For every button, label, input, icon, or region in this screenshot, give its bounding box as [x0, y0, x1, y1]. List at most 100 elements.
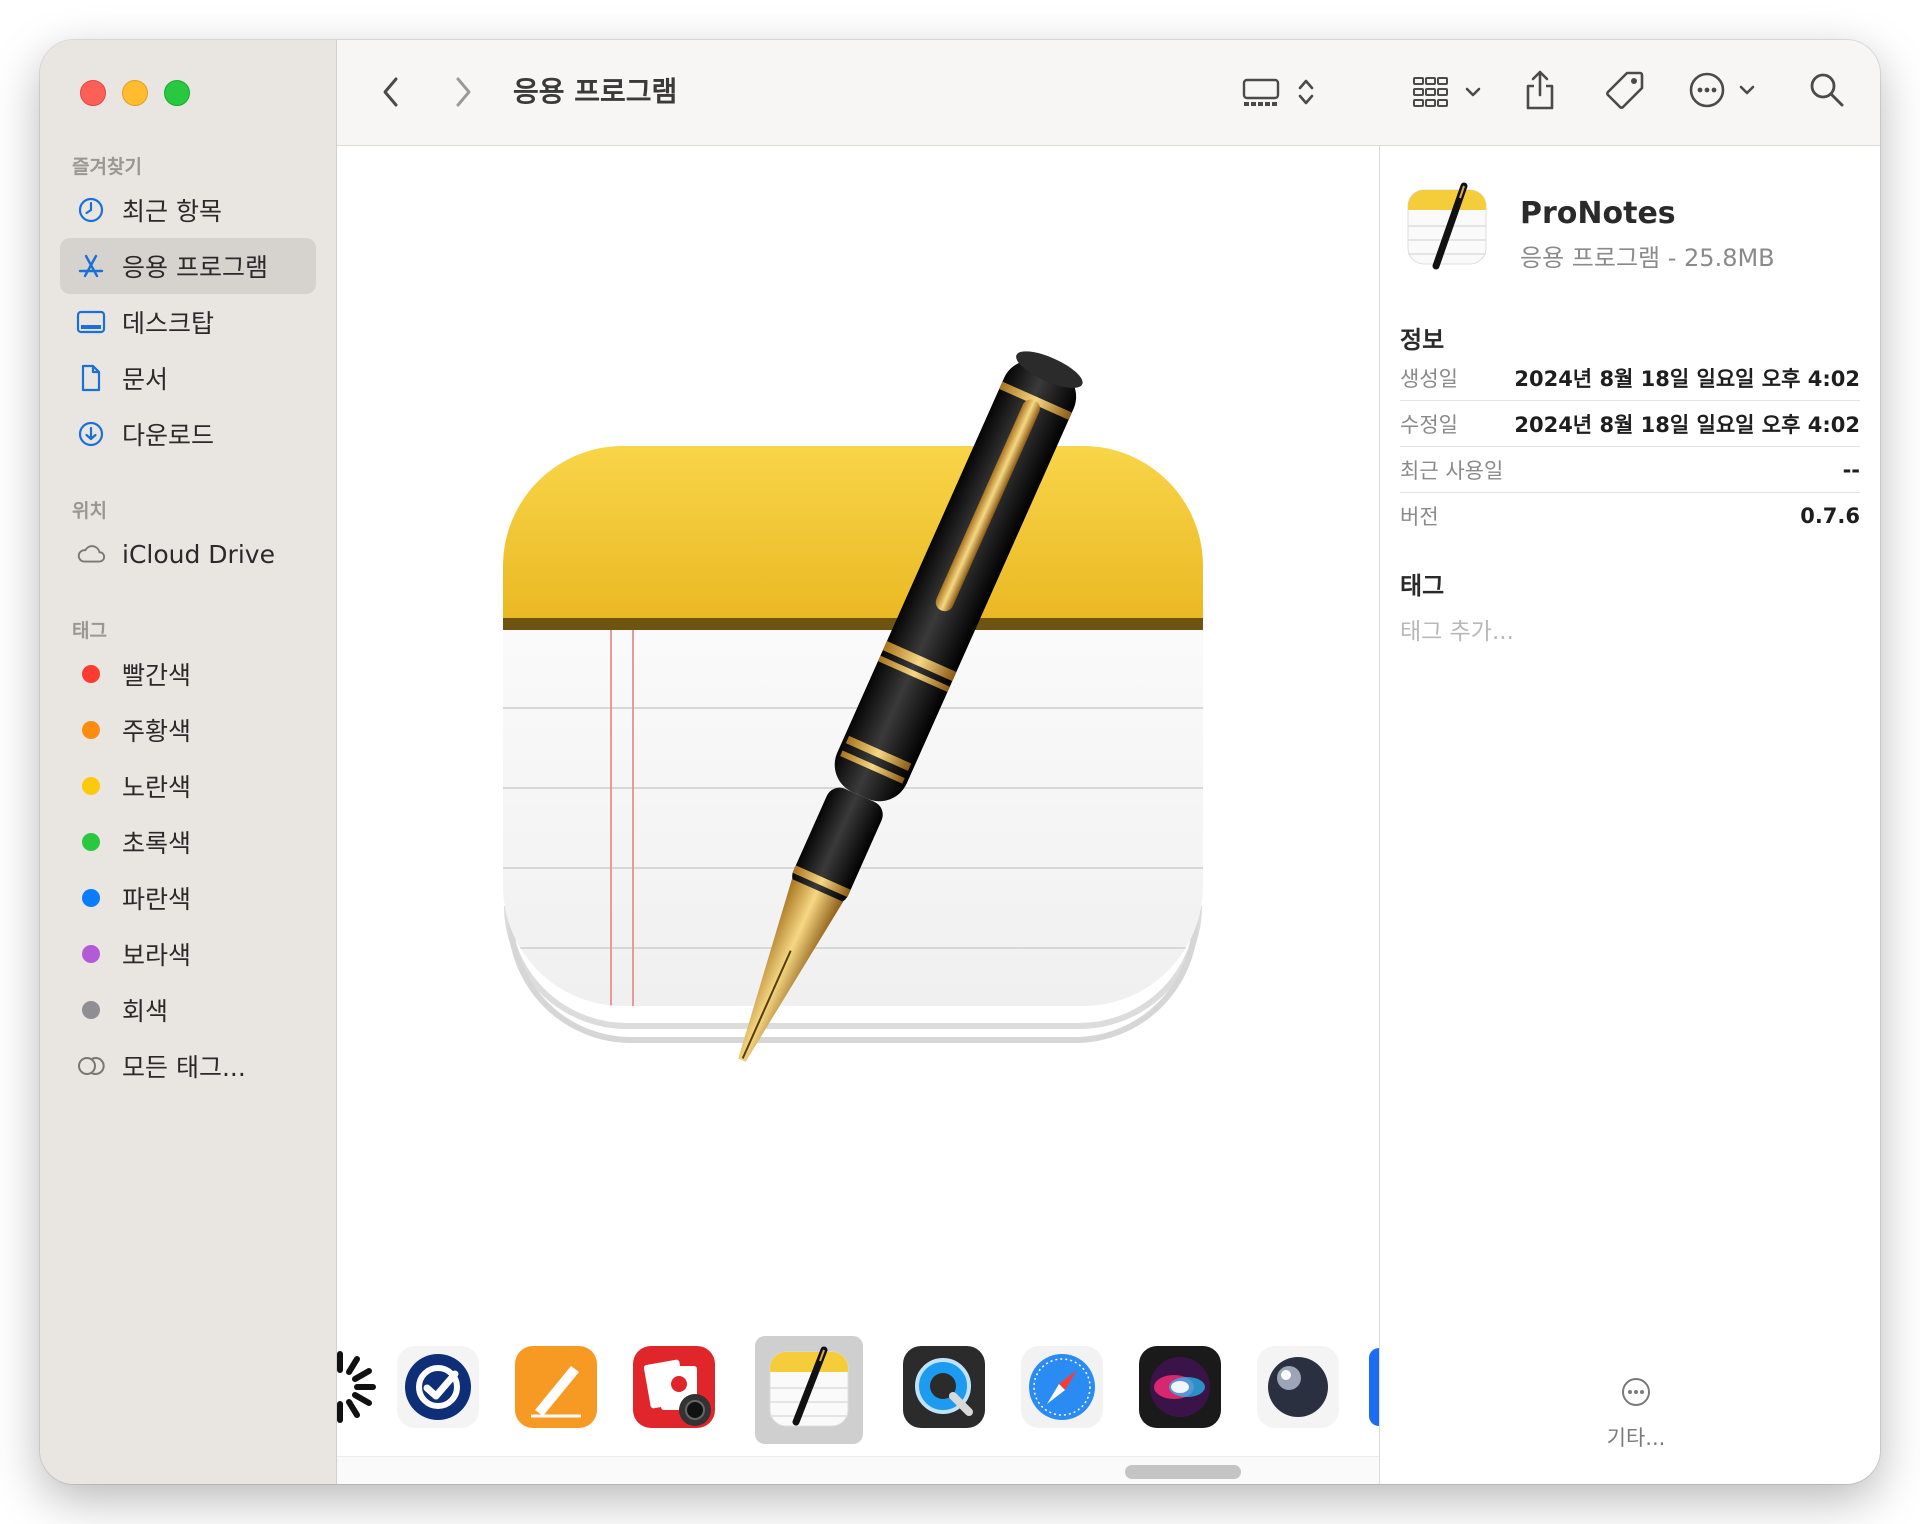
tag-icon	[1603, 68, 1647, 116]
ellipsis-circle-icon	[1622, 1378, 1650, 1406]
sidebar-tag-purple[interactable]: 보라색	[60, 926, 316, 982]
tag-button[interactable]	[1603, 70, 1647, 114]
more-actions-button[interactable]: 기타...	[1566, 1376, 1706, 1452]
info-row-created: 생성일 2024년 8월 18일 일요일 오후 4:02	[1400, 356, 1860, 401]
group-grid-icon	[1411, 75, 1485, 113]
activity-app-icon[interactable]	[297, 1344, 383, 1430]
window-title: 응용 프로그램	[513, 75, 678, 108]
tags-section-heading: 태그	[1400, 572, 1445, 600]
gallery-view-icon	[1241, 75, 1331, 113]
sidebar-item-desktop[interactable]: 데스크탑	[60, 294, 316, 350]
add-tag-field[interactable]: 태그 추가...	[1400, 612, 1514, 646]
search-button[interactable]	[1807, 70, 1847, 114]
all-tags-icon	[76, 1051, 106, 1081]
search-icon	[1807, 70, 1847, 114]
minimize-button[interactable]	[122, 80, 148, 106]
sidebar-item-label: 문서	[122, 365, 169, 394]
inspector-app-name: ProNotes	[1520, 196, 1676, 231]
safari-app-icon[interactable]	[1019, 1344, 1105, 1430]
finder-window: 즐겨찾기 최근 항목 응용 프로그램 데스크탑 문서 다운로드 위치 iClou…	[40, 40, 1880, 1484]
gallery-thumbnail-strip[interactable]	[337, 1336, 1409, 1446]
pronotes-app-icon	[1407, 182, 1487, 270]
sidebar-all-tags[interactable]: 모든 태그...	[60, 1038, 316, 1094]
pages-app-icon[interactable]	[513, 1344, 599, 1430]
siri-app-icon[interactable]	[1137, 1344, 1223, 1430]
tag-purple-dot-icon	[82, 945, 100, 963]
sidebar-item-recents[interactable]: 최근 항목	[60, 182, 316, 238]
sidebar-item-documents[interactable]: 문서	[60, 350, 316, 406]
pronotes-large-preview-icon	[503, 351, 1203, 1062]
sidebar-item-label: 다운로드	[122, 421, 215, 450]
sidebar-item-label: 보라색	[122, 941, 192, 970]
omnifocus-app-icon[interactable]	[395, 1344, 481, 1430]
info-key: 생성일	[1400, 367, 1458, 391]
info-value: 2024년 8월 18일 일요일 오후 4:02	[1514, 413, 1860, 437]
window-controls	[80, 80, 190, 106]
sidebar-item-label: 회색	[122, 997, 169, 1026]
chevron-right-icon	[453, 75, 473, 113]
tag-blue-dot-icon	[82, 889, 100, 907]
share-icon	[1523, 68, 1557, 116]
info-value: 2024년 8월 18일 일요일 오후 4:02	[1514, 367, 1860, 391]
inspector-app-subtitle: 응용 프로그램 - 25.8MB	[1520, 244, 1775, 272]
group-button[interactable]	[1411, 76, 1485, 112]
back-button[interactable]	[381, 76, 401, 112]
info-value: --	[1842, 458, 1860, 482]
zoom-button[interactable]	[164, 80, 190, 106]
locations-heading: 위치	[72, 500, 107, 522]
sidebar-tag-blue[interactable]: 파란색	[60, 870, 316, 926]
info-key: 버전	[1400, 505, 1439, 529]
scrollbar-thumb[interactable]	[1125, 1465, 1241, 1479]
cloud-icon	[76, 539, 106, 569]
sidebar-tag-orange[interactable]: 주황색	[60, 702, 316, 758]
sidebar-tag-gray[interactable]: 회색	[60, 982, 316, 1038]
info-value: 0.7.6	[1800, 504, 1860, 528]
ellipsis-circle-icon	[1687, 68, 1759, 116]
sidebar-item-label: 데스크탑	[122, 309, 215, 338]
tag-yellow-dot-icon	[82, 777, 100, 795]
sidebar-item-downloads[interactable]: 다운로드	[60, 406, 316, 462]
sidebar-item-label: 최근 항목	[122, 197, 222, 226]
quicktime-app-icon[interactable]	[901, 1344, 987, 1430]
favorites-heading: 즐겨찾기	[72, 156, 142, 178]
action-menu-button[interactable]	[1687, 70, 1759, 114]
info-heading: 정보	[1400, 326, 1445, 354]
preview-inspector: ProNotes 응용 프로그램 - 25.8MB 정보 생성일 2024년 8…	[1379, 146, 1880, 1484]
sidebar-item-label: 모든 태그...	[122, 1053, 246, 1082]
close-button[interactable]	[80, 80, 106, 106]
photo-booth-app-icon[interactable]	[631, 1344, 717, 1430]
tag-red-dot-icon	[82, 665, 100, 683]
info-row-modified: 수정일 2024년 8월 18일 일요일 오후 4:02	[1400, 402, 1860, 447]
tags-heading: 태그	[72, 620, 107, 642]
view-mode-button[interactable]	[1241, 76, 1331, 112]
applications-icon	[76, 251, 106, 281]
chevron-left-icon	[381, 75, 401, 113]
info-row-last-opened: 최근 사용일 --	[1400, 448, 1860, 493]
sidebar-item-label: iCloud Drive	[122, 539, 275, 569]
sidebar-item-label: 초록색	[122, 829, 192, 858]
sidebar-item-applications[interactable]: 응용 프로그램	[60, 238, 316, 294]
clock-icon	[76, 195, 106, 225]
marble-app-icon[interactable]	[1255, 1344, 1341, 1430]
share-button[interactable]	[1523, 68, 1557, 116]
sidebar-item-icloud-drive[interactable]: iCloud Drive	[60, 526, 316, 582]
toolbar: 응용 프로그램	[337, 40, 1880, 146]
info-key: 최근 사용일	[1400, 459, 1504, 483]
sidebar-tag-yellow[interactable]: 노란색	[60, 758, 316, 814]
info-row-version: 버전 0.7.6	[1400, 494, 1860, 538]
sidebar-item-label: 주황색	[122, 717, 192, 746]
sidebar-item-label: 파란색	[122, 885, 192, 914]
sidebar-item-label: 빨간색	[122, 661, 192, 690]
document-icon	[76, 363, 106, 393]
sidebar-tag-red[interactable]: 빨간색	[60, 646, 316, 702]
tag-green-dot-icon	[82, 833, 100, 851]
forward-button[interactable]	[453, 76, 473, 112]
horizontal-scrollbar[interactable]	[337, 1456, 1379, 1484]
sidebar: 즐겨찾기 최근 항목 응용 프로그램 데스크탑 문서 다운로드 위치 iClou…	[40, 40, 337, 1484]
desktop-icon	[76, 307, 106, 337]
more-actions-label: 기타...	[1606, 1426, 1666, 1450]
pronotes-app-icon[interactable]	[766, 1344, 852, 1430]
sidebar-tag-green[interactable]: 초록색	[60, 814, 316, 870]
tag-orange-dot-icon	[82, 721, 100, 739]
download-icon	[76, 419, 106, 449]
